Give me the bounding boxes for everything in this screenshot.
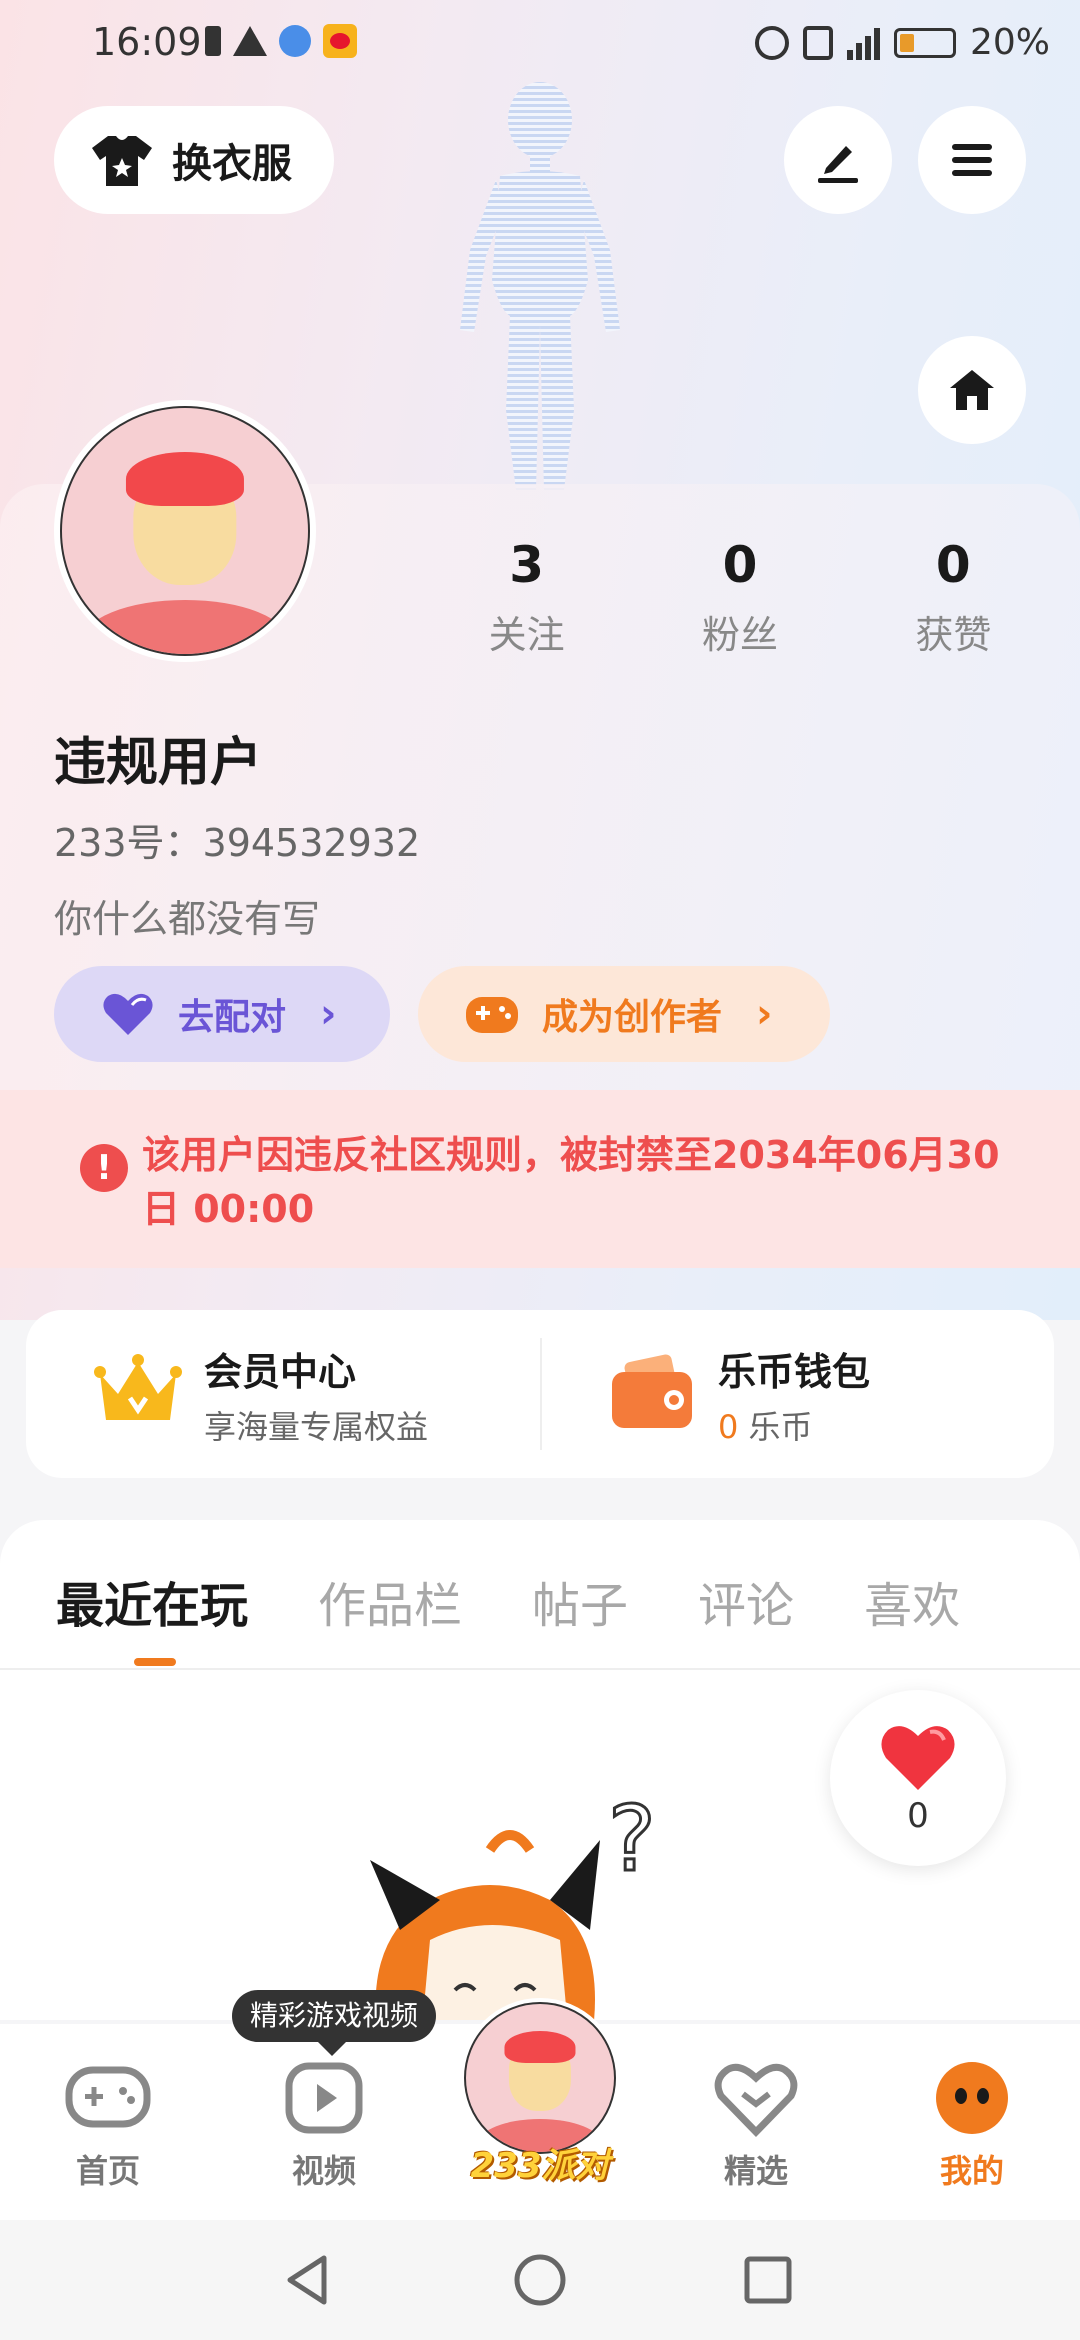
mine-icon xyxy=(936,2062,1008,2134)
video-icon xyxy=(285,2062,363,2134)
battery-small-icon xyxy=(205,26,221,56)
edit-profile-button[interactable] xyxy=(784,106,892,214)
likes-label: 获赞 xyxy=(915,613,992,657)
svg-text:?: ? xyxy=(608,1790,656,1892)
system-status-icons: 20% xyxy=(754,22,1050,63)
change-outfit-button[interactable]: 换衣服 xyxy=(54,106,334,214)
battery-icon xyxy=(893,27,956,58)
vibrate-icon xyxy=(802,25,833,60)
menu-icon xyxy=(952,144,992,176)
heart-icon xyxy=(103,993,153,1035)
chevron-right-icon: › xyxy=(756,991,773,1037)
content-tabs: 最近在玩 作品栏 帖子 评论 喜欢 xyxy=(0,1520,1080,1670)
nav-mine[interactable]: 我的 xyxy=(902,2058,1042,2192)
coin-unit: 乐币 xyxy=(748,1407,813,1446)
like-floating-button[interactable]: 0 xyxy=(830,1690,1006,1866)
tab-posts[interactable]: 帖子 xyxy=(532,1566,628,1636)
like-count: 0 xyxy=(907,1796,929,1836)
notification-icons xyxy=(205,24,357,58)
become-creator-button[interactable]: 成为创作者 › xyxy=(418,966,830,1062)
warning-icon xyxy=(233,26,267,56)
match-button[interactable]: 去配对 › xyxy=(54,966,390,1062)
browser-icon xyxy=(279,25,311,57)
wallet-title: 乐币钱包 xyxy=(718,1349,871,1394)
status-time: 16:09 xyxy=(92,20,202,64)
nav-featured[interactable]: 精选 xyxy=(686,2058,826,2192)
active-tab-indicator xyxy=(134,1658,176,1666)
menu-button[interactable] xyxy=(918,106,1026,214)
member-center-subtitle: 享海量专属权益 xyxy=(204,1407,429,1446)
video-tooltip: 精彩游戏视频 xyxy=(232,1990,437,2056)
username: 违规用户 xyxy=(54,733,263,793)
user-bio: 你什么都没有写 xyxy=(54,897,321,941)
party-avatar xyxy=(464,2002,616,2154)
member-wallet-card: 会员中心 享海量专属权益 乐币钱包 0 乐币 xyxy=(26,1310,1054,1478)
coin-wallet[interactable]: 乐币钱包 0 乐币 xyxy=(540,1341,1054,1448)
gamepad-icon xyxy=(65,2066,151,2128)
following-label: 关注 xyxy=(488,613,565,657)
stat-following[interactable]: 3 关注 xyxy=(420,536,633,659)
system-navigation-bar xyxy=(0,2220,1080,2340)
match-label: 去配对 xyxy=(178,997,287,1038)
followers-count: 0 xyxy=(722,536,758,594)
member-center-title: 会员中心 xyxy=(204,1349,357,1394)
edit-icon xyxy=(818,146,858,183)
nav-mine-label: 我的 xyxy=(939,2152,1004,2190)
weibo-icon xyxy=(323,24,357,58)
user-id[interactable]: 233号：394532932 xyxy=(54,812,420,867)
followers-label: 粉丝 xyxy=(701,613,778,657)
ban-notice: ! 该用户因违反社区规则，被封禁至2034年06月30日 00:00 xyxy=(0,1090,1080,1268)
tab-works[interactable]: 作品栏 xyxy=(318,1566,462,1636)
member-center[interactable]: 会员中心 享海量专属权益 xyxy=(26,1341,540,1448)
tab-comments[interactable]: 评论 xyxy=(698,1566,794,1636)
coin-balance: 0 xyxy=(718,1407,739,1446)
likes-count: 0 xyxy=(935,536,971,594)
recents-button[interactable] xyxy=(738,2250,798,2314)
following-count: 3 xyxy=(509,536,545,594)
featured-heart-icon xyxy=(714,2063,798,2138)
change-outfit-label: 换衣服 xyxy=(172,141,292,187)
status-bar: 16:09 20% xyxy=(0,0,1080,90)
nav-home-label: 首页 xyxy=(75,2152,140,2190)
tab-recently-played[interactable]: 最近在玩 xyxy=(56,1566,248,1636)
nav-video-label: 视频 xyxy=(291,2152,356,2190)
profile-stats: 3 关注 0 粉丝 0 获赞 xyxy=(420,536,1060,659)
battery-percent: 20% xyxy=(969,22,1050,63)
tab-likes[interactable]: 喜欢 xyxy=(864,1566,960,1636)
wallet-icon xyxy=(606,1350,698,1438)
divider xyxy=(540,1338,542,1450)
home-button[interactable] xyxy=(918,336,1026,444)
stat-likes[interactable]: 0 获赞 xyxy=(847,536,1060,659)
home-icon xyxy=(950,370,994,410)
alert-icon: ! xyxy=(80,1144,128,1192)
alarm-icon xyxy=(754,25,789,60)
heart-icon xyxy=(881,1726,955,1790)
ban-notice-text: 该用户因违反社区规则，被封禁至2034年06月30日 00:00 xyxy=(142,1133,1000,1231)
avatar-hologram[interactable] xyxy=(430,80,650,490)
crown-icon xyxy=(92,1350,184,1438)
signal-icon xyxy=(846,26,880,60)
nav-video[interactable]: 视频 xyxy=(254,2058,394,2192)
tshirt-icon xyxy=(90,132,154,188)
home-circle-icon xyxy=(514,2254,566,2306)
home-system-button[interactable] xyxy=(510,2250,570,2314)
gamepad-icon xyxy=(466,997,518,1033)
recents-square-icon xyxy=(744,2256,792,2304)
chevron-right-icon: › xyxy=(320,991,337,1037)
back-button[interactable] xyxy=(278,2250,338,2314)
mascot-illustration: ? xyxy=(370,1790,657,2020)
creator-label: 成为创作者 xyxy=(542,997,723,1038)
nav-party-label[interactable]: 233派对 xyxy=(440,2138,640,2187)
back-triangle-icon xyxy=(287,2255,327,2305)
stat-followers[interactable]: 0 粉丝 xyxy=(633,536,846,659)
nav-featured-label: 精选 xyxy=(723,2152,788,2190)
nav-party[interactable] xyxy=(460,1998,620,2158)
nav-home[interactable]: 首页 xyxy=(38,2058,178,2192)
profile-avatar[interactable] xyxy=(54,400,316,662)
